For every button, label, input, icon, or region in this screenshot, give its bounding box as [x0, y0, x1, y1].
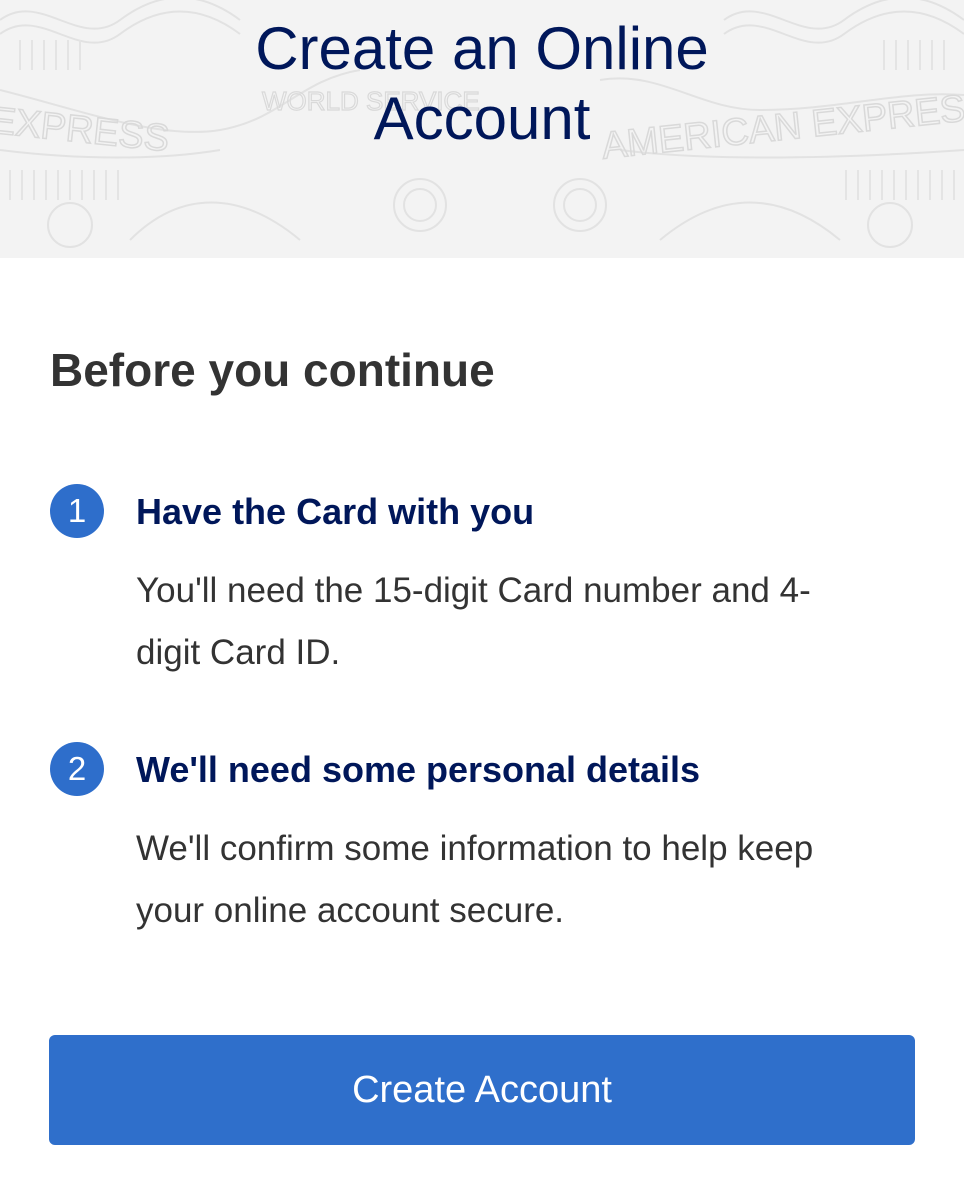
section-heading: Before you continue	[50, 344, 495, 396]
create-account-button[interactable]: Create Account	[49, 1035, 915, 1145]
step-description: You'll need the 15-digit Card number and…	[136, 560, 916, 684]
step-description-line-1: We'll confirm some information to help k…	[136, 829, 814, 868]
step-number-badge: 1	[50, 484, 104, 538]
page-header: EXPRESS AMERICAN EXPRESS WORLD SERVICE C…	[0, 0, 964, 258]
page-title: Create an Online Account	[0, 14, 964, 154]
step-description-line-2: digit Card ID.	[136, 633, 341, 672]
step-title: Have the Card with you	[136, 491, 535, 532]
step-description-line-1: You'll need the 15-digit Card number and…	[136, 571, 811, 610]
step-description: We'll confirm some information to help k…	[136, 818, 916, 942]
step-description-line-2: your online account secure.	[136, 891, 565, 930]
step-title: We'll need some personal details	[136, 749, 701, 790]
page-title-line-2: Account	[373, 85, 591, 152]
page-title-line-1: Create an Online	[255, 15, 709, 82]
step-number-badge: 2	[50, 742, 104, 796]
